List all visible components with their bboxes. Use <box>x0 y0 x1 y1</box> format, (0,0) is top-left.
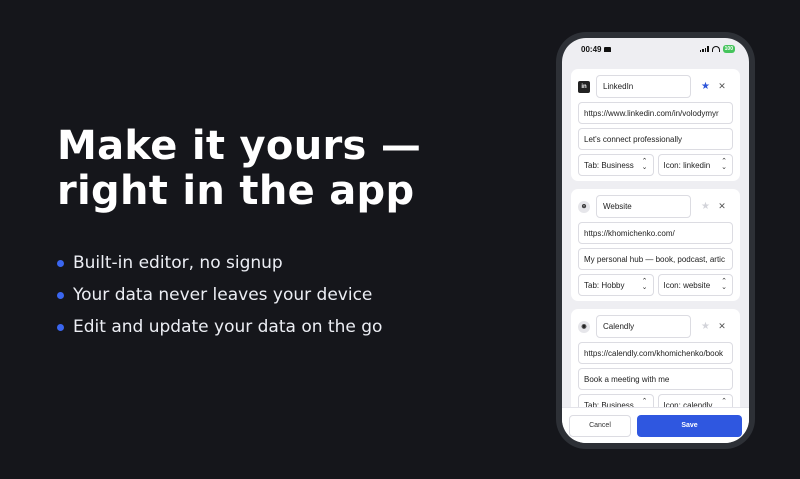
wifi-icon <box>711 46 720 52</box>
feature-text: Your data never leaves your device <box>73 285 373 305</box>
cancel-button[interactable]: Cancel <box>569 414 631 437</box>
bullet-dot-icon <box>57 291 64 299</box>
feature-item: Your data never leaves your device <box>57 279 527 311</box>
status-time: 00:49 <box>581 44 602 54</box>
hero-section: Make it yours — right in the app Built-i… <box>57 124 527 343</box>
link-list: in LinkedIn ★ ✕ https://www.linkedin.com… <box>571 69 740 429</box>
link-card-calendly: ◉ Calendly ★ ✕ https://calendly.com/khom… <box>571 309 740 421</box>
tab-select[interactable]: Tab: Hobby ⌃ ⌄ <box>578 274 654 296</box>
icon-select[interactable]: Icon: linkedin ⌃ ⌄ <box>657 154 733 176</box>
phone-frame: 00:49 100 in LinkedIn ★ ✕ https://www.li… <box>556 32 755 449</box>
link-url-input[interactable]: https://khomichenko.com/ <box>578 222 733 244</box>
close-icon[interactable]: ✕ <box>717 201 727 212</box>
feature-item: Edit and update your data on the go <box>57 311 527 343</box>
icon-select-value: Icon: website <box>663 280 711 290</box>
star-icon[interactable]: ★ <box>700 81 711 92</box>
chevron-updown-icon: ⌃⌄ <box>721 158 727 171</box>
chevron-updown-icon: ⌃⌄ <box>721 278 727 291</box>
close-icon[interactable]: ✕ <box>717 321 727 332</box>
calendly-icon: ◉ <box>578 320 590 333</box>
link-card-linkedin: in LinkedIn ★ ✕ https://www.linkedin.com… <box>571 69 740 181</box>
link-url-input[interactable]: https://www.linkedin.com/in/volodymyr <box>578 102 733 124</box>
link-description-input[interactable]: My personal hub — book, podcast, artic <box>578 248 733 270</box>
link-card-website: ⊕ Website ★ ✕ https://khomichenko.com/ M… <box>571 189 740 301</box>
close-icon[interactable]: ✕ <box>717 81 727 92</box>
save-button[interactable]: Save <box>637 414 742 437</box>
card-selects: Tab: Business ⌃ ⌄ Icon: linkedin ⌃ ⌄ <box>578 154 733 176</box>
hero-title-line-1: Make it yours — <box>57 123 422 169</box>
link-description-input[interactable]: Let's connect professionally <box>578 128 733 150</box>
status-right: 100 <box>699 45 735 53</box>
feature-text: Edit and update your data on the go <box>73 317 383 337</box>
link-url-input[interactable]: https://calendly.com/khomichenko/book <box>578 342 733 364</box>
tab-select[interactable]: Tab: Business ⌃⌄ <box>578 154 654 176</box>
status-bar: 00:49 100 <box>562 38 749 60</box>
hero-title-line-2: right in the app <box>57 168 415 214</box>
feature-text: Built-in editor, no signup <box>73 253 283 273</box>
feature-item: Built-in editor, no signup <box>57 247 527 279</box>
signal-icon <box>699 46 709 52</box>
star-icon[interactable]: ★ <box>700 321 711 332</box>
icon-select-value: Icon: linkedin <box>663 160 711 170</box>
hero-title: Make it yours — right in the app <box>57 124 527 214</box>
chevron-updown-icon: ⌃⌄ <box>641 278 648 291</box>
status-left: 00:49 <box>581 44 612 54</box>
card-header: ◉ Calendly ★ ✕ <box>578 315 733 338</box>
globe-icon: ⊕ <box>578 200 590 213</box>
bullet-dot-icon <box>57 323 64 331</box>
phone-screen: 00:49 100 in LinkedIn ★ ✕ https://www.li… <box>562 38 749 443</box>
editor-footer: Cancel Save <box>562 407 749 443</box>
link-description-input[interactable]: Book a meeting with me <box>578 368 733 390</box>
tab-select-value: Tab: Hobby <box>584 280 625 290</box>
car-icon <box>604 46 612 52</box>
chevron-updown-icon: ⌃⌄ <box>641 158 648 171</box>
card-header: in LinkedIn ★ ✕ <box>578 75 733 98</box>
star-icon[interactable]: ★ <box>700 201 711 212</box>
link-name-input[interactable]: LinkedIn <box>596 75 691 98</box>
card-selects: Tab: Hobby ⌃ ⌄ Icon: website ⌃ ⌄ <box>578 274 733 296</box>
feature-list: Built-in editor, no signup Your data nev… <box>57 247 527 343</box>
link-name-input[interactable]: Calendly <box>596 315 691 338</box>
linkedin-icon: in <box>578 80 590 93</box>
card-header: ⊕ Website ★ ✕ <box>578 195 733 218</box>
tab-select-value: Tab: Business <box>584 160 634 170</box>
battery-icon: 100 <box>722 45 735 53</box>
bullet-dot-icon <box>57 259 64 267</box>
icon-select[interactable]: Icon: website ⌃ ⌄ <box>657 274 733 296</box>
link-name-input[interactable]: Website <box>596 195 691 218</box>
